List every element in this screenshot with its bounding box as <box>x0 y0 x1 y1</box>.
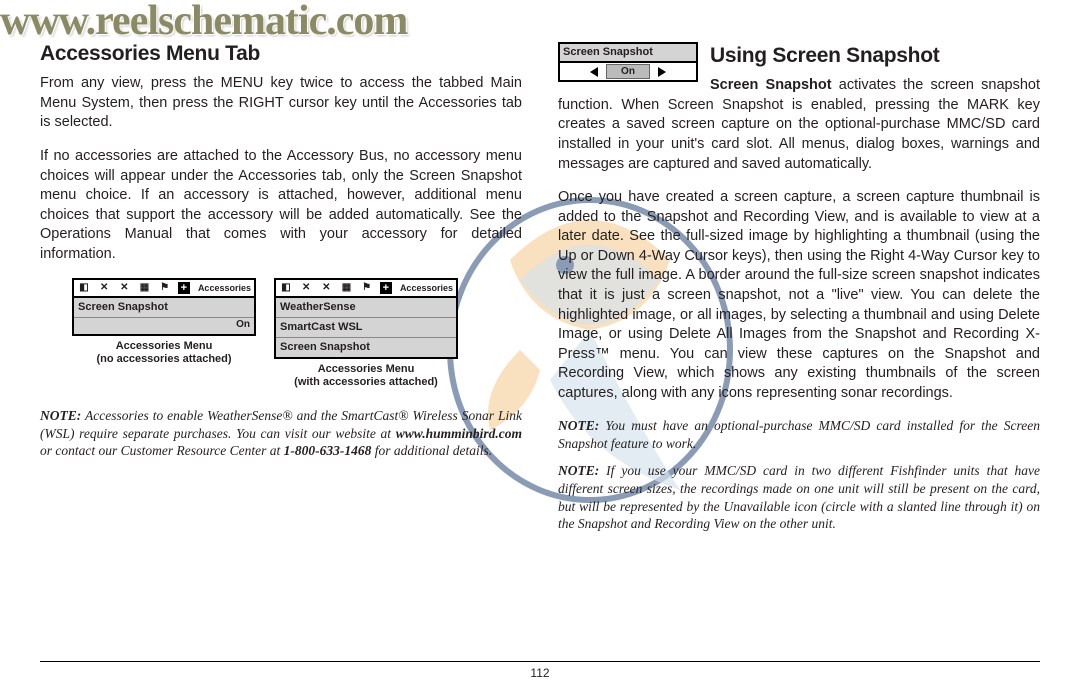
right-column: Screen Snapshot On Using Screen Snapshot… <box>558 40 1040 668</box>
paragraph: Screen Snapshot activates the screen sna… <box>558 76 1040 174</box>
menu-item-label: Screen Snapshot <box>78 300 168 315</box>
note-paragraph: NOTE: Accessories to enable WeatherSense… <box>40 407 522 460</box>
setting-value: On <box>606 64 650 80</box>
tab-icon: ✕ <box>299 282 313 294</box>
plus-icon: + <box>380 282 392 294</box>
figure-caption: (no accessories attached) <box>72 353 256 366</box>
menu-item-value: On <box>236 318 250 332</box>
menu-item-label: Screen Snapshot <box>280 340 370 355</box>
paragraph: From any view, press the MENU key twice … <box>40 74 522 133</box>
tab-icon: ✕ <box>319 282 333 294</box>
paragraph: Once you have created a screen capture, … <box>558 188 1040 403</box>
tab-icon: ◧ <box>279 282 293 294</box>
setting-title: Screen Snapshot <box>560 44 696 63</box>
figure-caption: Accessories Menu <box>274 363 458 376</box>
note-paragraph: NOTE: If you use your MMC/SD card in two… <box>558 462 1040 532</box>
heading-accessories-menu-tab: Accessories Menu Tab <box>40 40 522 68</box>
tab-icon: ✕ <box>97 282 111 294</box>
heading-row: Screen Snapshot On Using Screen Snapshot… <box>558 40 1040 188</box>
tab-icon: ▦ <box>339 282 353 294</box>
note-label: NOTE: <box>558 418 599 433</box>
note-label: NOTE: <box>558 463 599 478</box>
figure-caption: Accessories Menu <box>72 340 256 353</box>
menu-item-label: SmartCast WSL <box>280 320 363 335</box>
left-column: Accessories Menu Tab From any view, pres… <box>40 40 522 668</box>
note-paragraph: NOTE: You must have an optional-purchase… <box>558 417 1040 452</box>
tab-icon: ⚑ <box>158 282 172 294</box>
figure-screen-snapshot-setting: Screen Snapshot On <box>558 42 698 82</box>
plus-icon: + <box>178 282 190 294</box>
note-label: NOTE: <box>40 408 81 423</box>
tab-icon: ◧ <box>77 282 91 294</box>
tab-icon: ✕ <box>117 282 131 294</box>
figure-caption: (with accessories attached) <box>274 376 458 389</box>
tabs-label: Accessories <box>400 282 453 294</box>
figure-accessories-menu-attached: ◧ ✕ ✕ ▦ ⚑ + Accessories WeatherSense Sma… <box>274 278 458 389</box>
tabs-label: Accessories <box>198 282 251 294</box>
figure-accessories-menu-empty: ◧ ✕ ✕ ▦ ⚑ + Accessories Screen Snapshot … <box>72 278 256 366</box>
arrow-left-icon <box>590 67 598 77</box>
paragraph: If no accessories are attached to the Ac… <box>40 147 522 264</box>
arrow-right-icon <box>658 67 666 77</box>
tab-icon: ▦ <box>137 282 151 294</box>
menu-item-label: WeatherSense <box>280 300 356 315</box>
tab-icon: ⚑ <box>360 282 374 294</box>
